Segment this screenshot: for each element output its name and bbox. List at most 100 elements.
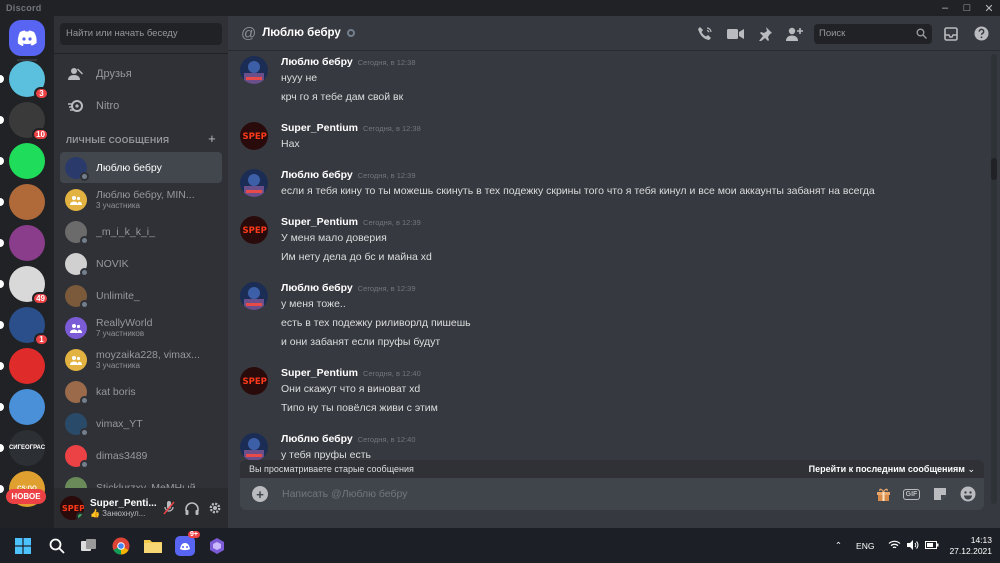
dm-item[interactable]: ReallyWorld 7 участников: [60, 312, 222, 343]
dm-item[interactable]: Unlimite_: [60, 280, 222, 311]
author-name[interactable]: Люблю бебру: [281, 169, 353, 181]
start-video-call-icon[interactable]: [724, 23, 746, 45]
file-explorer-icon[interactable]: [138, 528, 168, 563]
start-voice-call-icon[interactable]: [694, 23, 716, 45]
mute-microphone-icon[interactable]: [162, 501, 176, 515]
author-name[interactable]: Super_Pentium: [281, 367, 358, 379]
dm-item[interactable]: Люблю бебру, MIN... 3 участника: [60, 184, 222, 215]
server-icon[interactable]: [9, 225, 45, 261]
nav-friends-label: Друзья: [96, 68, 132, 80]
create-dm-plus-icon[interactable]: +: [208, 131, 216, 146]
language-indicator[interactable]: ENG: [856, 541, 874, 551]
minimize-button[interactable]: –: [934, 0, 956, 16]
pinned-messages-icon[interactable]: [754, 23, 776, 45]
nav-friends[interactable]: Друзья: [60, 60, 222, 88]
author-name[interactable]: Люблю бебру: [281, 433, 353, 445]
mention-badge: 3: [34, 87, 49, 100]
server-icon[interactable]: [9, 143, 45, 179]
author-avatar[interactable]: SPEP: [240, 367, 268, 395]
volume-icon[interactable]: [907, 539, 919, 552]
dm-name: vimax_YT: [96, 417, 143, 430]
dm-name: Люблю бебру: [96, 161, 162, 174]
jump-to-present-label: Перейти к последним сообщениям: [808, 463, 965, 474]
app-hexagon-icon[interactable]: [202, 528, 232, 563]
user-avatar[interactable]: SPEP: [60, 496, 84, 520]
message-header: Люблю бебру Сегодня, в 12:39: [281, 282, 416, 294]
server-icon[interactable]: 3: [9, 61, 49, 100]
status-indicator: [80, 299, 89, 309]
inbox-icon[interactable]: [940, 23, 962, 45]
dm-item[interactable]: vimax_YT: [60, 408, 222, 439]
gif-picker-icon[interactable]: GIF: [902, 486, 921, 503]
dm-item[interactable]: moyzaika228, vimax... 3 участника: [60, 344, 222, 375]
task-view-icon[interactable]: [74, 528, 104, 563]
chrome-icon[interactable]: [106, 528, 136, 563]
home-button[interactable]: [9, 20, 45, 56]
author-avatar[interactable]: [240, 56, 268, 84]
wifi-icon[interactable]: [888, 540, 901, 552]
settings-gear-icon[interactable]: [208, 501, 222, 515]
battery-icon[interactable]: [925, 540, 939, 551]
gift-icon[interactable]: [875, 486, 892, 503]
unread-pill: [0, 444, 4, 452]
unread-pill: [0, 321, 4, 329]
author-name[interactable]: Super_Pentium: [281, 216, 358, 228]
author-avatar[interactable]: SPEP: [240, 216, 268, 244]
add-friends-to-dm-icon[interactable]: [784, 23, 806, 45]
jump-to-present-button[interactable]: Перейти к последним сообщениям ⌄: [809, 464, 975, 475]
channel-search-input[interactable]: Поиск: [814, 23, 932, 44]
message-input[interactable]: Написать @Люблю бебру: [282, 488, 408, 500]
dm-search-input[interactable]: Найти или начать беседу: [60, 23, 222, 45]
nav-nitro[interactable]: Nitro: [60, 92, 222, 120]
status-indicator: [80, 267, 89, 277]
windows-taskbar: 9+ ⌃ ENG 14:13 27.12.2021: [0, 528, 1000, 563]
chevron-up-icon[interactable]: ⌃: [835, 540, 842, 551]
server-icon[interactable]: 1: [9, 307, 49, 346]
close-button[interactable]: ✕: [978, 0, 1000, 16]
status-indicator: [80, 235, 89, 245]
server-icon[interactable]: [9, 389, 45, 425]
dm-item[interactable]: NOVIK: [60, 248, 222, 279]
maximize-button[interactable]: □: [956, 0, 978, 16]
author-name[interactable]: Люблю бебру: [281, 282, 353, 294]
dm-item[interactable]: kat boris: [60, 376, 222, 407]
clock[interactable]: 14:13 27.12.2021: [949, 535, 992, 557]
headphones-icon[interactable]: [185, 501, 199, 515]
dm-name: kat boris: [96, 385, 136, 398]
dm-section-header: ЛИЧНЫЕ СООБЩЕНИЯ +: [66, 131, 216, 146]
scrollbar-thumb[interactable]: [991, 158, 997, 180]
upload-plus-icon[interactable]: +: [252, 486, 268, 502]
emoji-icon[interactable]: [959, 486, 976, 503]
status-indicator: [80, 427, 89, 437]
message-scrollbar[interactable]: [991, 54, 997, 504]
author-avatar[interactable]: [240, 282, 268, 310]
dm-name: NOVIK: [96, 257, 129, 270]
author-avatar[interactable]: [240, 169, 268, 197]
server-icon[interactable]: 49: [9, 266, 49, 305]
dm-item[interactable]: dimas3489: [60, 440, 222, 471]
sticker-icon[interactable]: [931, 486, 948, 503]
title-bar: Discord – □ ✕: [0, 0, 1000, 16]
author-name[interactable]: Люблю бебру: [281, 56, 353, 68]
user-panel: SPEP Super_Penti... 👍 Занюхнул...: [54, 488, 228, 528]
group-dm-icon: [65, 188, 87, 211]
author-avatar[interactable]: [240, 433, 268, 461]
author-name[interactable]: Super_Pentium: [281, 122, 358, 134]
message-timestamp: Сегодня, в 12:39: [363, 218, 421, 227]
dm-item[interactable]: Люблю бебру: [60, 152, 222, 183]
server-icon[interactable]: [9, 184, 45, 220]
start-button[interactable]: [8, 528, 38, 563]
new-servers-badge[interactable]: НОВОЕ: [6, 489, 46, 504]
server-icon[interactable]: 10: [9, 102, 49, 141]
message-timestamp: Сегодня, в 12:38: [363, 124, 421, 133]
dm-avatar: [65, 444, 89, 469]
mention-badge: 49: [32, 292, 49, 305]
server-icon[interactable]: СИГЕОГРАС: [9, 430, 45, 466]
server-icon[interactable]: [9, 348, 45, 384]
discord-taskbar-icon[interactable]: 9+: [170, 528, 200, 563]
dm-item[interactable]: _m_i_k_k_i_: [60, 216, 222, 247]
author-avatar[interactable]: SPEP: [240, 122, 268, 150]
help-icon[interactable]: [970, 23, 992, 45]
server-rail: 310491СИГЕОГРАСCS:GO: [0, 16, 54, 528]
taskbar-search-icon[interactable]: [42, 528, 72, 563]
